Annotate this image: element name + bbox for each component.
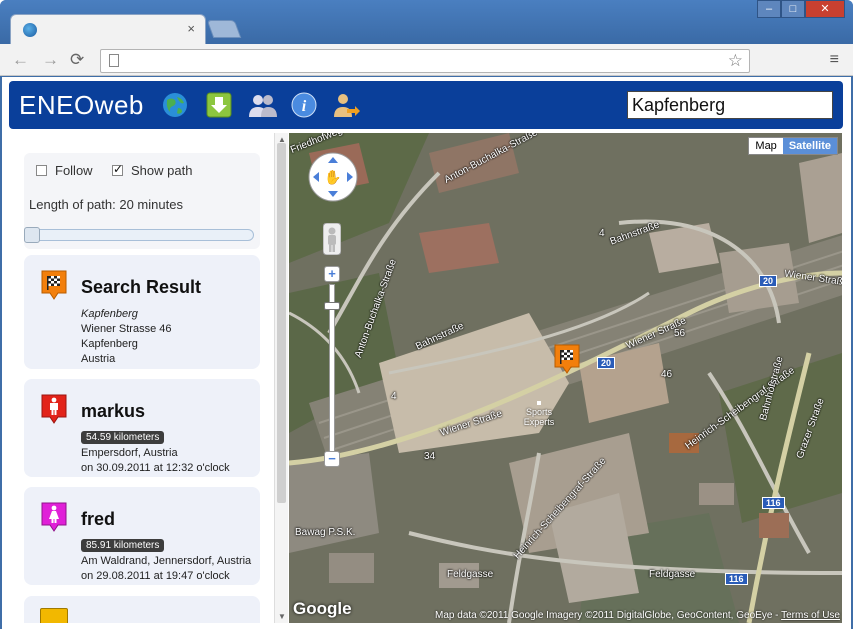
distance-badge: 85.91 kilometers	[81, 539, 165, 552]
globe-favicon-icon	[23, 23, 37, 37]
distance-badge: 54.59 kilometers	[81, 431, 165, 444]
show-path-label: Show path	[131, 163, 193, 178]
zoom-slider-handle[interactable]	[324, 302, 340, 310]
road-shield: 20	[597, 357, 616, 369]
poi-label: Sports Experts	[521, 401, 557, 427]
scroll-down-icon[interactable]: ▼	[278, 612, 286, 621]
male-icon	[41, 394, 67, 424]
marker-icon	[40, 608, 68, 623]
card-line: Empersdorf, Austria	[81, 447, 178, 459]
user-login-icon[interactable]	[331, 91, 361, 119]
browser-menu-icon[interactable]: ≡	[830, 51, 839, 69]
checkered-flag-icon	[41, 270, 67, 300]
card-line: Kapfenberg	[81, 308, 138, 320]
show-path-checkbox[interactable]	[112, 162, 123, 176]
bookmark-star-icon[interactable]: ☆	[728, 51, 743, 71]
road-shield: 116	[725, 573, 748, 585]
card-line: on 30.09.2011 at 12:32 o'clock	[81, 462, 230, 474]
users-icon[interactable]	[247, 91, 279, 119]
forward-button[interactable]: →	[42, 50, 59, 70]
card-title: fred	[81, 509, 116, 529]
street-label: Feldgasse	[649, 569, 696, 580]
zoom-in-button[interactable]: +	[324, 266, 340, 282]
title-bar: × ‒ □ ✕	[0, 0, 853, 44]
globe-icon[interactable]	[161, 91, 189, 119]
follow-checkbox-row[interactable]: Follow	[36, 163, 93, 178]
card-line: Wiener Strasse 46	[81, 323, 172, 335]
road-shield: 20	[759, 275, 778, 287]
map-credit-text: Map data ©2011 Google Imagery ©2011 Digi…	[435, 610, 782, 621]
google-logo: Google	[293, 599, 352, 618]
map-attribution: Map data ©2011 Google Imagery ©2011 Digi…	[435, 610, 840, 621]
user-card-markus[interactable]: markus 54.59 kilometers Empersdorf, Aust…	[24, 379, 260, 477]
new-tab-button[interactable]	[206, 20, 242, 38]
close-window-button[interactable]: ✕	[805, 0, 845, 18]
map-type-control: Map Satellite	[748, 137, 838, 155]
path-controls: Follow Show path Length of path: 20 minu…	[24, 153, 260, 249]
browser-tab[interactable]: ×	[10, 14, 206, 44]
terms-of-use-link[interactable]: Terms of Use	[781, 610, 840, 621]
road-shield: 116	[762, 497, 785, 509]
female-icon	[41, 502, 67, 532]
scroll-thumb[interactable]	[277, 143, 286, 503]
svg-text:i: i	[302, 98, 307, 115]
road-number: 46	[661, 369, 673, 380]
back-button[interactable]: ←	[12, 50, 29, 70]
follow-label: Follow	[55, 163, 93, 178]
svg-text:✋: ✋	[324, 169, 341, 185]
info-icon[interactable]: i	[290, 91, 318, 119]
list-item[interactable]	[24, 596, 260, 623]
card-title: markus	[81, 401, 146, 421]
card-line: Kapfenberg	[81, 338, 138, 350]
road-number: 56	[674, 328, 686, 339]
download-icon[interactable]	[205, 91, 233, 119]
card-line: Am Waldrand, Jennersdorf, Austria	[81, 555, 252, 567]
path-length-slider[interactable]	[24, 227, 254, 243]
satellite-imagery	[289, 133, 842, 623]
window-controls: ‒ □ ✕	[757, 0, 845, 18]
app-logo[interactable]: ENEOweb	[19, 90, 144, 121]
street-view-pegman-icon[interactable]	[323, 223, 341, 255]
address-bar[interactable]: ☆	[100, 49, 750, 73]
street-label: Feldgasse	[447, 569, 494, 580]
sidebar: Follow Show path Length of path: 20 minu…	[2, 133, 274, 623]
minimize-button[interactable]: ‒	[757, 0, 781, 18]
tab-close-icon[interactable]: ×	[187, 21, 195, 36]
user-card-fred[interactable]: fred 85.91 kilometers Am Waldrand, Jenne…	[24, 487, 260, 585]
reload-button[interactable]: ⟳	[70, 50, 84, 70]
browser-window: × ‒ □ ✕ ← → ⟳ ☆ ≡ ENEOweb i Kapfenberg F…	[0, 0, 853, 629]
show-path-checkbox-row[interactable]: Show path	[112, 162, 193, 178]
follow-checkbox[interactable]	[36, 165, 47, 176]
location-search-input[interactable]	[627, 91, 833, 119]
app-header: ENEOweb i	[9, 81, 843, 129]
maximize-button[interactable]: □	[781, 0, 805, 18]
sidebar-scrollbar[interactable]: ▲ ▼	[274, 133, 288, 623]
search-result-map-marker[interactable]	[553, 343, 581, 377]
map-type-satellite-button[interactable]: Satellite	[782, 138, 837, 154]
road-number: 34	[424, 451, 436, 462]
card-line: Austria	[81, 353, 116, 365]
page-icon	[109, 54, 119, 67]
zoom-out-button[interactable]: −	[324, 451, 340, 467]
search-result-card[interactable]: Search Result Kapfenberg Wiener Strasse …	[24, 255, 260, 369]
page: ENEOweb i Kapfenberg Follow ✓ Show path …	[2, 77, 851, 629]
street-label: Bawag P.S.K.	[295, 527, 356, 538]
road-number: 4	[391, 391, 397, 402]
card-line: on 29.08.2011 at 19:47 o'clock	[81, 570, 230, 582]
pan-control[interactable]: ✋	[307, 151, 359, 203]
road-number: 4	[599, 228, 605, 239]
browser-toolbar: ← → ⟳ ☆ ≡	[0, 44, 853, 76]
map-view[interactable]: Friedhofweg Anton-Buchalka-Straße Anton-…	[289, 133, 842, 623]
card-title: Search Result	[81, 277, 202, 297]
slider-handle[interactable]	[24, 227, 40, 243]
path-length-text: Length of path: 20 minutes	[29, 197, 183, 212]
map-type-map-button[interactable]: Map	[749, 138, 783, 154]
